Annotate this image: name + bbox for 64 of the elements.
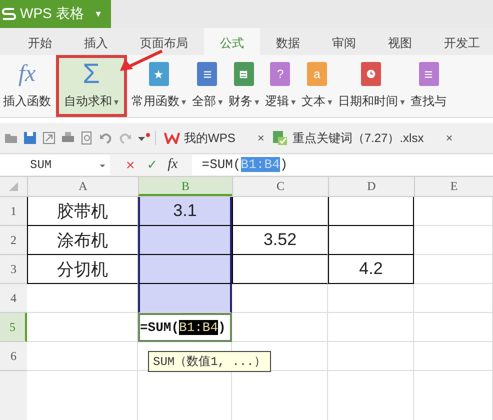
row-header[interactable]: [0, 371, 27, 420]
spreadsheet-icon: [272, 130, 288, 146]
logo-icon: [2, 7, 16, 21]
column-header[interactable]: E: [414, 177, 493, 196]
name-box[interactable]: SUM: [0, 155, 110, 175]
column-header[interactable]: D: [328, 177, 414, 196]
row-header[interactable]: 2: [0, 226, 27, 255]
ribbon-tab[interactable]: 页面布局: [124, 28, 204, 55]
ribbon-button[interactable]: 常用函数 ▾: [128, 55, 190, 117]
sum-icon: Σ: [82, 60, 100, 88]
ribbon-button[interactable]: fx 插入函数: [0, 55, 54, 117]
document-tab[interactable]: 我的WPS ×: [164, 130, 264, 146]
column-header[interactable]: C: [232, 177, 328, 196]
preview-icon[interactable]: [80, 131, 94, 145]
annotation-arrow: [118, 49, 164, 73]
row-header[interactable]: 3: [0, 255, 27, 284]
document-tab-label[interactable]: 重点关键词（7.27）.xlsx: [292, 130, 424, 146]
ribbon-button[interactable]: Σ 自动求和 ▾: [56, 55, 127, 117]
ribbon-tab[interactable]: 视图: [372, 28, 428, 55]
cell-editor[interactable]: =SUM(B1:B4): [138, 313, 232, 342]
book-icon: a: [306, 62, 327, 86]
ribbon-button[interactable]: ? 逻辑 ▾: [262, 55, 299, 117]
close-button[interactable]: ×: [446, 131, 453, 145]
ribbon-button[interactable]: 查找与: [408, 55, 450, 117]
print-icon[interactable]: [61, 131, 75, 145]
table-cell[interactable]: [138, 284, 232, 313]
document-tab-label[interactable]: 我的WPS: [184, 130, 236, 146]
caret-icon[interactable]: [99, 162, 106, 168]
row-header[interactable]: 1: [0, 197, 27, 226]
table-cell[interactable]: [328, 226, 414, 255]
ribbon-tab[interactable]: 开发工: [428, 28, 493, 55]
ribbon-button[interactable]: a 文本 ▾: [298, 55, 336, 117]
table-cell[interactable]: 4.2: [328, 255, 414, 284]
undo-icon[interactable]: [99, 131, 113, 145]
row-header[interactable]: 4: [0, 284, 27, 313]
save-icon[interactable]: [23, 131, 37, 145]
name-box-text: SUM: [30, 158, 52, 172]
ribbon-tab[interactable]: 公式: [204, 28, 260, 55]
row-header[interactable]: 6: [0, 342, 27, 371]
ribbon-tab[interactable]: 开始: [12, 28, 68, 55]
ribbon-tab[interactable]: 审阅: [316, 28, 372, 55]
insert-function-button[interactable]: fx: [168, 157, 178, 173]
document-tab[interactable]: 重点关键词（7.27）.xlsx ×: [272, 130, 453, 146]
function-tooltip: SUM（数值1, ...）: [148, 351, 271, 372]
w-logo-icon: [164, 132, 180, 144]
table-cell[interactable]: [328, 197, 414, 226]
cancel-button[interactable]: ×: [126, 156, 135, 174]
redo-icon[interactable]: [118, 131, 132, 145]
ribbon-tab[interactable]: 数据: [260, 28, 316, 55]
ribbon-button[interactable]: 日期和时间 ▾: [335, 55, 408, 117]
table-cell[interactable]: 3.52: [232, 226, 328, 255]
corner-triangle-icon[interactable]: [9, 182, 18, 191]
ribbon-button[interactable]: 财务 ▾: [226, 55, 262, 117]
table-cell[interactable]: [138, 226, 232, 255]
table-cell[interactable]: [138, 255, 232, 284]
ribbon-button[interactable]: 全部 ▾: [189, 55, 226, 117]
ribbon-tab[interactable]: 插入: [68, 28, 124, 55]
folder-icon[interactable]: [4, 131, 18, 145]
close-button[interactable]: ×: [257, 131, 264, 145]
table-cell[interactable]: 3.1: [138, 197, 232, 226]
book-icon: ?: [270, 62, 290, 86]
export-icon[interactable]: [42, 131, 56, 145]
function-icon: fx: [18, 60, 36, 88]
formula-field[interactable]: =SUM(B1:B4): [192, 155, 493, 175]
